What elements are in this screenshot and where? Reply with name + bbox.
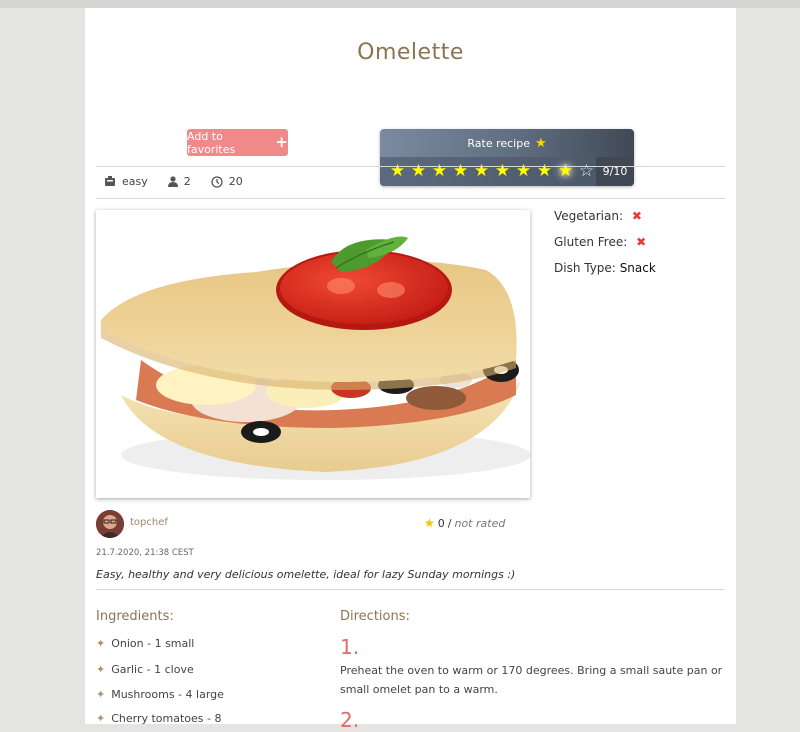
- bullet-icon: ✦: [96, 637, 106, 650]
- ingredient-item: ✦ Garlic - 1 clove: [96, 663, 194, 676]
- person-icon: [167, 176, 178, 187]
- recipe-date: 21.7.2020, 21:38 CEST: [96, 548, 194, 558]
- divider: [96, 589, 725, 590]
- rate-recipe-title: Rate recipe: [467, 136, 530, 150]
- recipe-description: Easy, healthy and very delicious omelett…: [96, 568, 516, 581]
- time-value: 20: [228, 175, 243, 188]
- divider: [96, 166, 725, 167]
- top-strip: [0, 0, 800, 8]
- ingredient-text: Cherry tomatoes - 8: [111, 712, 222, 725]
- rate-recipe-widget: Rate recipe ★ ★ ★ ★ ★ ★ ★ ★ ★ ★ ☆ 9/10: [380, 129, 634, 186]
- ingredient-item: ✦ Mushrooms - 4 large: [96, 688, 224, 701]
- plus-icon: +: [275, 133, 288, 151]
- dish-type-value: Snack: [619, 261, 656, 275]
- rating-note: not rated: [454, 516, 506, 530]
- bullet-icon: ✦: [96, 663, 106, 676]
- ingredient-item: ✦ Onion - 1 small: [96, 637, 194, 650]
- ingredients-title: Ingredients:: [96, 609, 174, 624]
- ingredient-text: Garlic - 1 clove: [111, 663, 194, 676]
- difficulty-icon: [105, 176, 115, 186]
- star-icon: ★: [534, 135, 547, 151]
- vegetarian-label: Vegetarian:: [554, 209, 623, 223]
- star-icon: ★: [424, 516, 435, 530]
- ingredient-text: Onion - 1 small: [111, 637, 195, 650]
- no-icon: ✖: [631, 209, 642, 223]
- dish-type-label: Dish Type:: [554, 261, 616, 275]
- gluten-free-label: Gluten Free:: [554, 235, 628, 249]
- step-text: Preheat the oven to warm or 170 degrees.…: [340, 664, 723, 696]
- bullet-icon: ✦: [96, 688, 106, 701]
- no-icon: ✖: [636, 235, 647, 249]
- gluten-free-row: Gluten Free: ✖: [554, 235, 646, 249]
- add-to-favorites-label: Add to favorites: [187, 129, 236, 156]
- dish-type-row: Dish Type: Snack: [554, 261, 656, 275]
- omelette-image: [96, 210, 530, 498]
- add-to-favorites-button[interactable]: Add to favorites +: [187, 129, 288, 156]
- recipe-page: Omelette Add to favorites + Rate recipe …: [85, 8, 736, 732]
- directions-title: Directions:: [340, 609, 410, 624]
- rate-stars-row: ★ ★ ★ ★ ★ ★ ★ ★ ★ ☆ 9/10: [380, 157, 634, 186]
- rate-recipe-header: Rate recipe ★: [380, 129, 634, 157]
- recipe-title: Omelette: [357, 40, 464, 65]
- difficulty-value: easy: [122, 175, 148, 188]
- step-number: 2.: [340, 708, 360, 732]
- rating-value: 0: [437, 516, 445, 530]
- divider: [96, 198, 725, 199]
- recipe-meta: easy 2 20: [104, 175, 243, 188]
- rating-separator: /: [447, 516, 452, 530]
- bullet-icon: ✦: [96, 712, 106, 725]
- servings-value: 2: [183, 175, 191, 188]
- rating-summary: ★ 0 / not rated: [424, 516, 505, 530]
- rate-score: 9/10: [596, 157, 634, 186]
- author-avatar[interactable]: [96, 510, 124, 538]
- step-number: 1.: [340, 635, 360, 659]
- clock-icon: [211, 175, 223, 188]
- ingredient-item: ✦ Cherry tomatoes - 8: [96, 712, 222, 725]
- author-link[interactable]: topchef: [130, 517, 168, 528]
- ingredient-text: Mushrooms - 4 large: [111, 688, 224, 701]
- vegetarian-row: Vegetarian: ✖: [554, 209, 642, 223]
